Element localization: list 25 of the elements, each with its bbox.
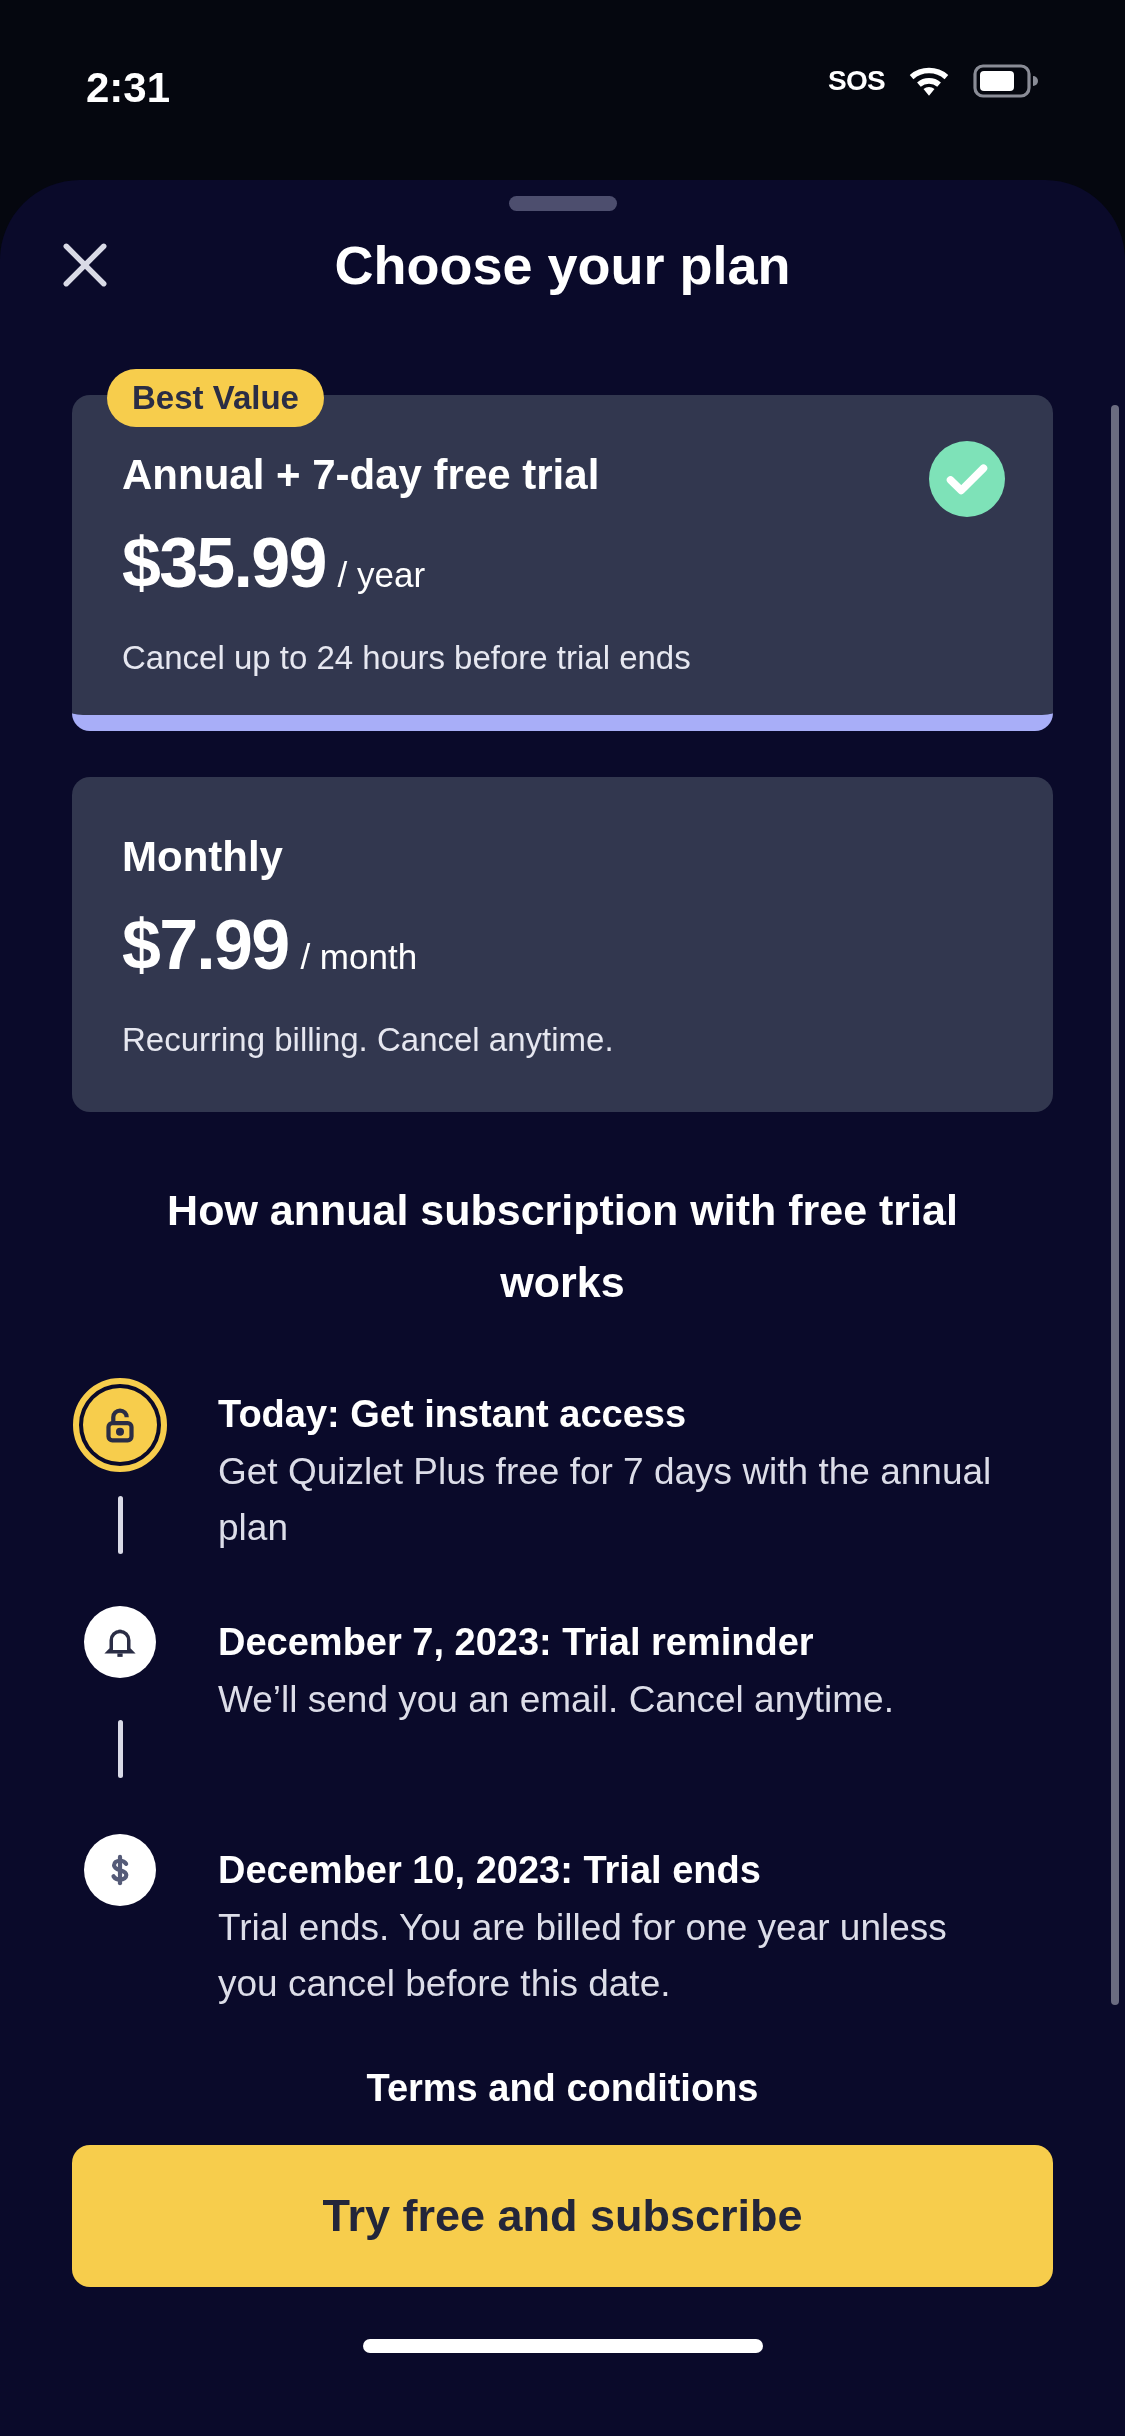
section-heading: How annual subscription with free trial works [166, 1185, 959, 1308]
price-period: / month [300, 935, 418, 978]
check-icon [929, 441, 1005, 517]
battery-icon [973, 64, 1039, 98]
price-period: / year [337, 554, 426, 596]
plan-card[interactable]: Monthly $7.99 / month Recurring billing. Cancel anytime. [72, 776, 1053, 1112]
plan-note: Cancel up to 24 hours before trial ends [122, 638, 692, 678]
plan-price: $35.99 [122, 523, 326, 603]
step-title: December 10, 2023: Trial ends [218, 1848, 762, 1893]
subscribe-button[interactable]: Try free and subscribe [72, 2145, 1053, 2287]
sos-indicator: SOS [827, 67, 885, 95]
plan-name: Monthly [122, 831, 283, 882]
best-value-badge: Best Value [107, 369, 324, 427]
terms-link[interactable]: Terms and conditions [366, 2060, 759, 2117]
plan-name: Annual + 7-day free trial [122, 450, 600, 500]
step-text: Get Quizlet Plus free for 7 days with the annual plan [218, 1450, 993, 1550]
step-text: Trial ends. You are billed for one year unless you cancel before this date. [218, 1906, 948, 2006]
step-text: We’ll send you an email. Cancel anytime. [218, 1678, 895, 1722]
step-title: Today: Get instant access [218, 1392, 688, 1437]
drag-handle[interactable] [508, 196, 617, 211]
sheet-title: Choose your plan [334, 233, 791, 297]
plan-price: $7.99 [122, 904, 289, 985]
step-title: December 7, 2023: Trial reminder [218, 1620, 815, 1665]
status-time: 2:31 [86, 63, 171, 113]
plan-note: Recurring billing. Cancel anytime. [122, 1019, 615, 1060]
